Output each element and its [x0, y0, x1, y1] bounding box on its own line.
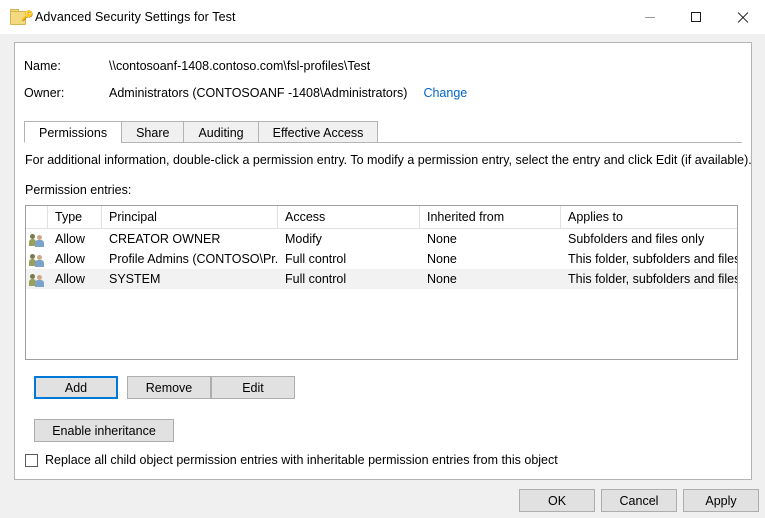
folder-security-icon: 🔑: [10, 9, 26, 25]
tab-permissions[interactable]: Permissions: [24, 121, 121, 143]
name-label: Name:: [24, 59, 109, 73]
maximize-button[interactable]: [673, 0, 719, 34]
row-principal: SYSTEM: [102, 269, 278, 289]
tab-strip: Permissions Share Auditing Effective Acc…: [24, 120, 742, 143]
maximize-icon: [691, 12, 701, 22]
owner-label: Owner:: [24, 86, 109, 100]
info-text: For additional information, double-click…: [25, 153, 752, 167]
replace-child-permissions-label: Replace all child object permission entr…: [45, 453, 558, 467]
owner-value: Administrators (CONTOSOANF -1408\Adminis…: [109, 86, 407, 100]
row-inherited-from: None: [420, 269, 561, 289]
tab-effective-access[interactable]: Effective Access: [258, 121, 379, 143]
row-inherited-from: None: [420, 249, 561, 269]
close-icon: [737, 12, 748, 23]
owner-row: Owner: Administrators (CONTOSOANF -1408\…: [15, 86, 751, 100]
column-header-icon[interactable]: [26, 206, 48, 228]
cancel-button[interactable]: Cancel: [601, 489, 677, 512]
row-access: Full control: [278, 249, 420, 269]
minimize-button[interactable]: [627, 0, 673, 34]
row-type: Allow: [48, 269, 102, 289]
row-type: Allow: [48, 249, 102, 269]
column-header-inherited-from[interactable]: Inherited from: [420, 206, 561, 228]
remove-button[interactable]: Remove: [127, 376, 211, 399]
row-principal: Profile Admins (CONTOSO\Pr...: [102, 249, 278, 269]
window-title: Advanced Security Settings for Test: [35, 10, 236, 24]
row-inherited-from: None: [420, 229, 561, 249]
row-icon-cell: [26, 229, 48, 249]
users-group-icon: [29, 253, 45, 267]
row-icon-cell: [26, 249, 48, 269]
list-header: Type Principal Access Inherited from App…: [26, 206, 737, 229]
table-row[interactable]: Allow SYSTEM Full control None This fold…: [26, 269, 737, 289]
main-panel: Name: \\contosoanf-1408.contoso.com\fsl-…: [14, 42, 752, 480]
table-row[interactable]: Allow Profile Admins (CONTOSO\Pr... Full…: [26, 249, 737, 269]
window-controls: [627, 0, 765, 34]
enable-inheritance-button[interactable]: Enable inheritance: [34, 419, 174, 442]
permission-entries-label: Permission entries:: [25, 183, 131, 197]
row-applies-to: Subfolders and files only: [561, 229, 737, 249]
title-bar: 🔑 Advanced Security Settings for Test: [0, 0, 765, 34]
add-button[interactable]: Add: [34, 376, 118, 399]
column-header-type[interactable]: Type: [48, 206, 102, 228]
edit-button[interactable]: Edit: [211, 376, 295, 399]
name-row: Name: \\contosoanf-1408.contoso.com\fsl-…: [15, 59, 751, 73]
users-group-icon: [29, 273, 45, 287]
replace-child-permissions-row[interactable]: Replace all child object permission entr…: [25, 453, 558, 467]
tab-share[interactable]: Share: [121, 121, 183, 143]
column-header-applies-to[interactable]: Applies to: [561, 206, 737, 228]
table-row[interactable]: Allow CREATOR OWNER Modify None Subfolde…: [26, 229, 737, 249]
name-value: \\contosoanf-1408.contoso.com\fsl-profil…: [109, 59, 370, 73]
row-applies-to: This folder, subfolders and files: [561, 269, 737, 289]
replace-child-permissions-checkbox[interactable]: [25, 454, 38, 467]
column-header-principal[interactable]: Principal: [102, 206, 278, 228]
apply-button[interactable]: Apply: [683, 489, 759, 512]
column-header-access[interactable]: Access: [278, 206, 420, 228]
row-type: Allow: [48, 229, 102, 249]
change-owner-link[interactable]: Change: [423, 86, 467, 100]
tab-auditing[interactable]: Auditing: [183, 121, 257, 143]
row-icon-cell: [26, 269, 48, 289]
row-access: Full control: [278, 269, 420, 289]
ok-button[interactable]: OK: [519, 489, 595, 512]
row-access: Modify: [278, 229, 420, 249]
row-principal: CREATOR OWNER: [102, 229, 278, 249]
users-group-icon: [29, 233, 45, 247]
row-applies-to: This folder, subfolders and files: [561, 249, 737, 269]
minimize-icon: [645, 17, 655, 18]
permission-entries-list[interactable]: Type Principal Access Inherited from App…: [25, 205, 738, 360]
close-button[interactable]: [719, 0, 765, 34]
